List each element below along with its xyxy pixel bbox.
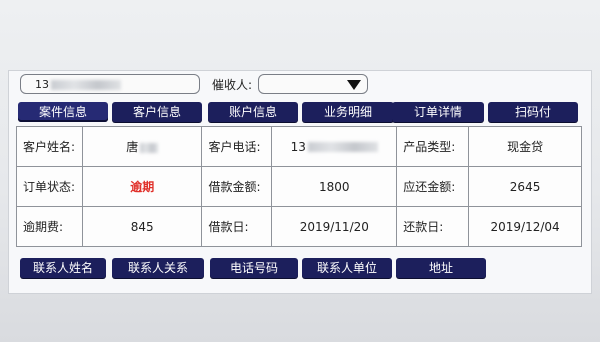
collector-select[interactable]	[258, 74, 368, 94]
loan-date-label: 借款日:	[201, 206, 273, 247]
tab-account-info[interactable]: 账户信息	[208, 102, 298, 122]
phone-number-button[interactable]: 电话号码	[210, 258, 298, 278]
redacted-blur	[51, 80, 121, 90]
table-row: 订单状态: 逾期 借款金额: 1800 应还金额: 2645	[16, 166, 582, 207]
dropdown-arrow-icon[interactable]	[347, 80, 361, 90]
tab-customer-info[interactable]: 客户信息	[112, 102, 202, 122]
contact-button-bar: 联系人姓名 联系人关系 电话号码 联系人单位 地址	[20, 258, 490, 280]
overdue-fee-value: 845	[81, 206, 203, 247]
product-type-value: 现金贷	[468, 126, 582, 167]
address-button[interactable]: 地址	[396, 258, 486, 278]
customer-phone-text: 13	[290, 139, 306, 154]
loan-date-value: 2019/11/20	[271, 206, 398, 247]
due-amount-value: 2645	[468, 166, 582, 207]
customer-name-text: 唐	[126, 140, 139, 154]
product-type-label: 产品类型:	[396, 126, 470, 167]
overdue-fee-label: 逾期费:	[16, 206, 83, 247]
customer-phone-label: 客户电话:	[201, 126, 273, 167]
tab-case-info[interactable]: 案件信息	[18, 102, 108, 122]
collector-label: 催收人:	[212, 78, 253, 92]
tab-bar: 案件信息 客户信息 账户信息 业务明细 订单详情 扫码付	[18, 102, 580, 124]
tab-order-details[interactable]: 订单详情	[392, 102, 484, 122]
customer-name-label: 客户姓名:	[16, 126, 83, 167]
redacted-blur	[307, 142, 378, 152]
repay-date-value: 2019/12/04	[468, 206, 582, 247]
customer-phone-value: 13	[271, 126, 398, 167]
contact-relation-button[interactable]: 联系人关系	[112, 258, 204, 278]
due-amount-label: 应还金额:	[396, 166, 470, 207]
contact-employer-button[interactable]: 联系人单位	[302, 258, 392, 278]
order-status-label: 订单状态:	[16, 166, 83, 207]
case-info-table: 客户姓名: 唐 客户电话: 13 产品类型: 现金贷 订单状态: 逾期 借款金额…	[16, 126, 582, 247]
contact-name-button[interactable]: 联系人姓名	[20, 258, 106, 278]
table-row: 客户姓名: 唐 客户电话: 13 产品类型: 现金贷	[16, 126, 582, 167]
phone-search-value: 13	[35, 78, 49, 91]
tab-business-details[interactable]: 业务明细	[302, 102, 394, 122]
tab-scan-pay[interactable]: 扫码付	[488, 102, 578, 122]
phone-search-input[interactable]: 13	[20, 74, 200, 94]
redacted-blur	[140, 142, 159, 153]
order-status-value: 逾期	[81, 166, 203, 207]
loan-amount-value: 1800	[271, 166, 398, 207]
customer-name-value: 唐	[81, 126, 203, 167]
repay-date-label: 还款日:	[396, 206, 470, 247]
loan-amount-label: 借款金额:	[201, 166, 273, 207]
table-row: 逾期费: 845 借款日: 2019/11/20 还款日: 2019/12/04	[16, 206, 582, 247]
